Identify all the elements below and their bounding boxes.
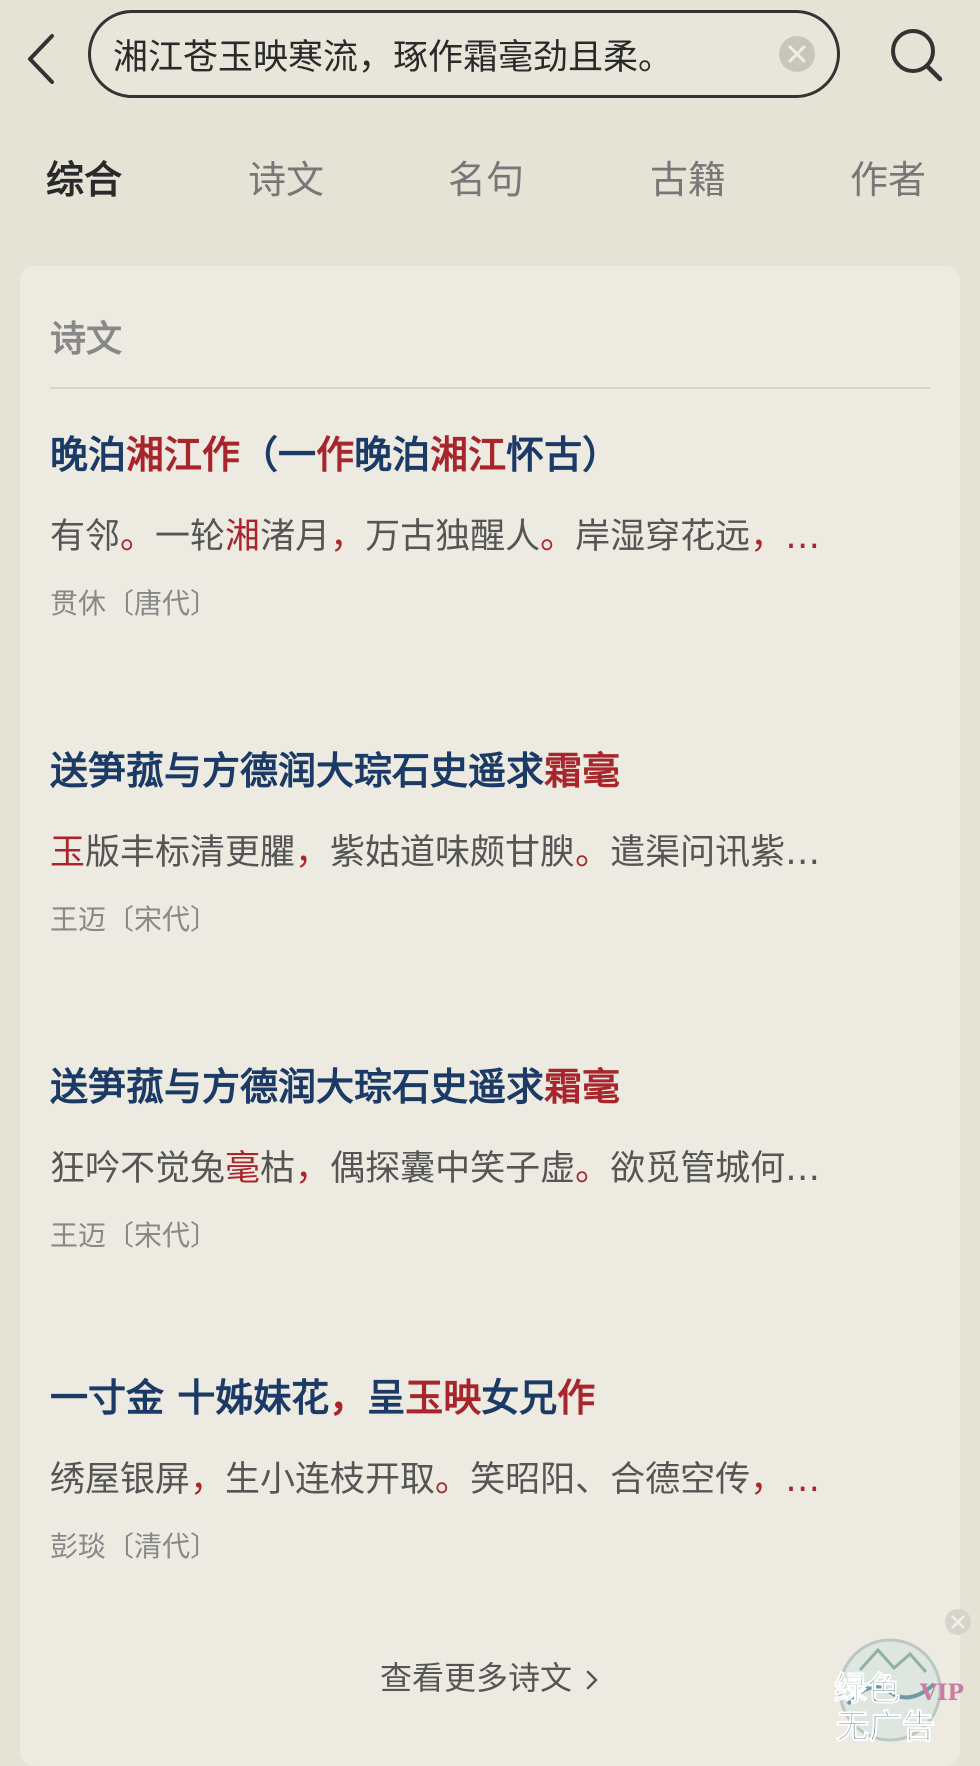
text-segment: 生小连枝开取 [225,1460,436,1500]
highlight-segment: ， [750,517,786,557]
highlight-segment: 。 [575,1149,611,1189]
text-segment: 晚泊 [354,433,431,477]
highlight-segment: 作 [557,1376,596,1420]
highlight-segment: 。 [540,517,576,557]
highlight-segment: ， [330,517,366,557]
text-segment: 笑昭阳、合德空传 [470,1460,751,1500]
text-segment: 狂吟不觉兔 [50,1149,226,1189]
result-author[interactable]: 王迈〔宋代〕 [50,1218,930,1254]
text-segment: 岸湿穿花远 [575,517,751,557]
watermark-badge: 绿色 VIP 无广告 [830,1596,980,1747]
category-tabs: 综合 诗文 名句 古籍 作者 [0,145,980,215]
highlight-segment: 作 [202,433,241,477]
text-segment: 呈 [367,1376,406,1420]
text-segment: 枯 [260,1149,296,1189]
watermark-line2: 无广告 [836,1707,935,1744]
tab-ancient-books[interactable]: 古籍 [650,145,726,215]
tab-authors[interactable]: 作者 [850,145,926,215]
result-title[interactable]: 送笋菰与方德润大琮石史遥求霜毫 [50,746,930,796]
text-segment: 渚月 [260,517,331,557]
chevron-left-icon [28,34,54,84]
result-title[interactable]: 晚泊湘江作（一作晚泊湘江怀古） [50,430,930,480]
result-excerpt: 狂吟不觉兔毫枯，偶探囊中笑子虚。欲觅管城何… [50,1147,930,1191]
highlight-segment: ， [329,1376,368,1420]
text-segment: 紫姑道味颇甘腴 [330,833,576,873]
text-segment: 有邻 [50,517,121,557]
text-segment: 送笋菰与方德润大琮石史遥求 [50,749,545,793]
text-segment: 晚泊 [50,433,127,477]
highlight-segment: 。 [120,517,156,557]
text-segment: 偶探囊中笑子虚 [330,1149,576,1189]
result-title[interactable]: 送笋菰与方德润大琮石史遥求霜毫 [50,1062,930,1112]
text-segment: 送笋菰与方德润大琮石史遥求 [50,1065,545,1109]
result-title[interactable]: 一寸金 十姊妹花，呈玉映女兄作 [50,1373,930,1423]
tab-comprehensive[interactable]: 综合 [46,145,122,215]
search-button[interactable] [882,20,952,90]
text-segment: 遣渠问讯紫… [610,833,821,873]
highlight-segment: 。 [575,833,611,873]
highlight-segment: 湘江 [126,433,203,477]
highlight-segment: 湘 [225,517,261,557]
search-icon [891,29,943,82]
highlight-segment: 霜毫 [544,749,621,793]
result-item[interactable]: 晚泊湘江作（一作晚泊湘江怀古） 有邻。一轮湘渚月，万古独醒人。岸湿穿花远，… 贯… [50,430,930,622]
text-segment: 版丰标清更臞 [85,833,296,873]
text-segment: 一寸金 十姊妹花 [50,1376,330,1420]
watermark-seal-icon: 绿色 VIP 无广告 [834,1609,971,1747]
result-author[interactable]: 彭琰〔清代〕 [50,1529,930,1565]
highlight-segment: … [785,1460,821,1500]
highlight-segment: 霜毫 [544,1065,621,1109]
highlight-segment: 湘江 [430,433,507,477]
result-excerpt: 绣屋银屏，生小连枝开取。笑昭阳、合德空传，… [50,1458,930,1502]
result-excerpt: 玉版丰标清更臞，紫姑道味颇甘腴。遣渠问讯紫… [50,831,930,875]
highlight-segment: ， [295,1149,331,1189]
text-segment: （一 [240,433,317,477]
view-more-link[interactable]: 查看更多诗文 [20,1656,960,1700]
highlight-segment: 。 [435,1460,471,1500]
divider [50,387,930,389]
result-author[interactable]: 王迈〔宋代〕 [50,902,930,938]
clear-circle-icon[interactable] [777,34,817,74]
results-card: 诗文 晚泊湘江作（一作晚泊湘江怀古） 有邻。一轮湘渚月，万古独醒人。岸湿穿花远，… [20,266,960,1766]
highlight-segment: … [785,517,821,557]
text-segment: 万古独醒人 [365,517,541,557]
tab-poems[interactable]: 诗文 [248,145,324,215]
highlight-segment: 玉 [50,833,86,873]
top-bar: 湘江苍玉映寒流，琢作霜毫劲且柔。 [0,0,980,120]
text-segment: 一轮 [155,517,226,557]
highlight-segment: ， [750,1460,786,1500]
highlight-segment: 玉映 [405,1376,482,1420]
search-input[interactable]: 湘江苍玉映寒流，琢作霜毫劲且柔。 [88,10,840,98]
highlight-segment: 毫 [225,1149,261,1189]
view-more-label: 查看更多诗文 [379,1659,572,1697]
result-item[interactable]: 一寸金 十姊妹花，呈玉映女兄作 绣屋银屏，生小连枝开取。笑昭阳、合德空传，… 彭… [50,1373,930,1565]
result-author[interactable]: 贯休〔唐代〕 [50,586,930,622]
text-segment: 欲觅管城何… [610,1149,821,1189]
text-segment: 怀古） [506,433,621,477]
highlight-segment: ， [295,833,331,873]
result-item[interactable]: 送笋菰与方德润大琮石史遥求霜毫 狂吟不觉兔毫枯，偶探囊中笑子虚。欲觅管城何… 王… [50,1062,930,1254]
text-segment: 女兄 [481,1376,558,1420]
back-button[interactable] [18,22,78,92]
search-query-text[interactable]: 湘江苍玉映寒流，琢作霜毫劲且柔。 [113,29,777,80]
tab-famous-lines[interactable]: 名句 [448,145,524,215]
watermark-badge-text: VIP [919,1680,964,1706]
highlight-segment: 作 [316,433,355,477]
result-item[interactable]: 送笋菰与方德润大琮石史遥求霜毫 玉版丰标清更臞，紫姑道味颇甘腴。遣渠问讯紫… 王… [50,746,930,938]
section-title: 诗文 [50,319,123,360]
highlight-segment: ， [190,1460,226,1500]
result-excerpt: 有邻。一轮湘渚月，万古独醒人。岸湿穿花远，… [50,515,930,559]
chevron-right-icon [586,1670,598,1690]
text-segment: 绣屋银屏 [50,1460,191,1500]
watermark-line1: 绿色 [834,1669,900,1708]
